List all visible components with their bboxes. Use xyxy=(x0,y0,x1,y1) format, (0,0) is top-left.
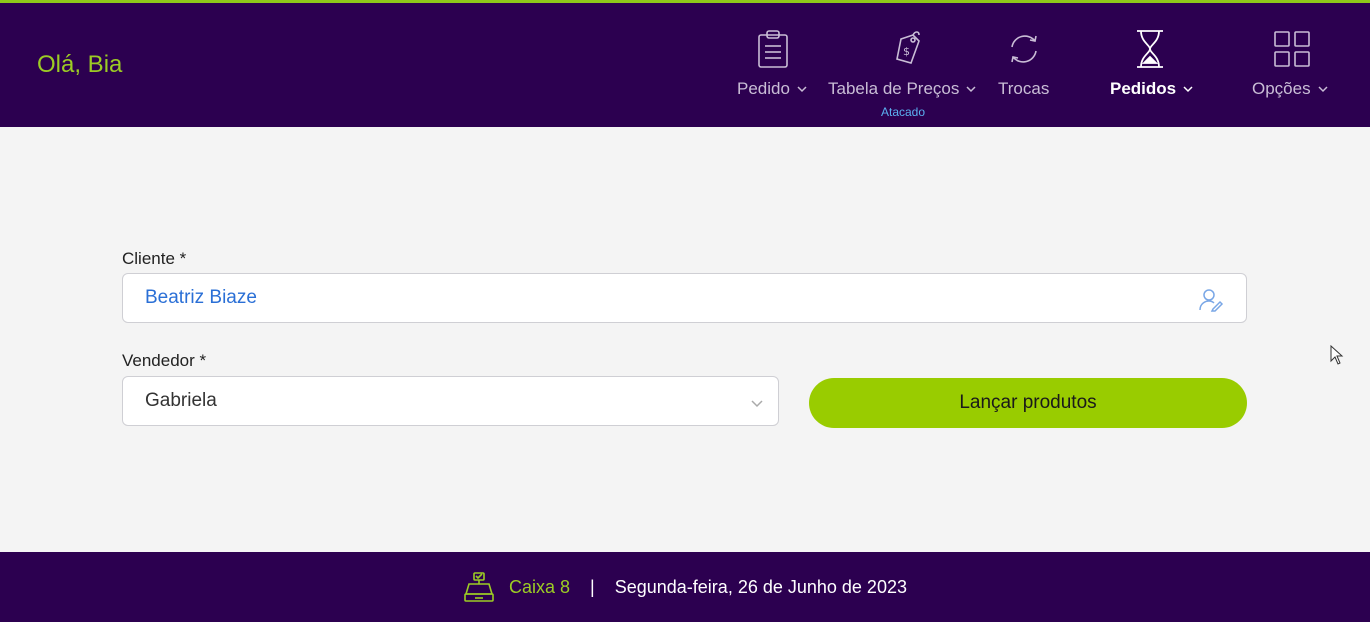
chevron-down-icon xyxy=(797,86,807,93)
nav-item-opcoes[interactable]: Opções xyxy=(1252,3,1332,127)
edit-user-icon[interactable] xyxy=(1198,287,1224,313)
top-header: Olá, Bia Pedido $ Tabela de Preços Ataca… xyxy=(0,0,1370,127)
hourglass-icon xyxy=(1130,27,1170,71)
footer-date: Segunda-feira, 26 de Junho de 2023 xyxy=(614,576,907,597)
nav-label-tabela-de-precos: Tabela de Preços xyxy=(828,79,960,98)
chevron-down-icon xyxy=(1183,86,1193,93)
nav-label-trocas: Trocas xyxy=(998,79,1050,98)
cliente-label: Cliente * xyxy=(122,249,187,268)
mouse-cursor-icon xyxy=(1330,345,1344,365)
chevron-down-icon xyxy=(751,400,763,408)
cliente-input[interactable]: Beatriz Biaze xyxy=(122,273,1247,323)
cash-register-icon xyxy=(464,572,494,602)
launch-products-button[interactable]: Lançar produtos xyxy=(809,378,1247,428)
price-tag-icon: $ xyxy=(886,27,926,71)
vendedor-label: Vendedor * xyxy=(122,351,207,370)
chevron-down-icon xyxy=(966,86,976,93)
nav-item-pedidos[interactable]: Pedidos xyxy=(1110,3,1193,127)
chevron-down-icon xyxy=(1318,86,1328,93)
exchange-icon xyxy=(1004,27,1044,71)
nav-item-tabela-de-precos[interactable]: $ Tabela de Preços Atacado xyxy=(828,3,980,127)
price-table-subtitle: Atacado xyxy=(881,105,926,119)
grid-icon xyxy=(1272,27,1312,71)
nav-label-pedido: Pedido xyxy=(737,79,790,98)
caixa-label: Caixa 8 xyxy=(509,576,571,597)
footer-separator: | xyxy=(590,576,595,597)
nav-label-pedidos: Pedidos xyxy=(1110,79,1177,98)
nav-item-pedido[interactable]: Pedido xyxy=(737,3,809,127)
cliente-value: Beatriz Biaze xyxy=(145,287,257,308)
svg-text:$: $ xyxy=(903,45,910,58)
vendedor-value: Gabriela xyxy=(145,390,217,411)
nav-label-opcoes: Opções xyxy=(1252,79,1311,98)
main-nav: Pedido $ Tabela de Preços Atacado Trocas… xyxy=(0,3,1370,127)
clipboard-icon xyxy=(753,27,793,71)
vendedor-select[interactable]: Gabriela xyxy=(122,376,779,426)
nav-item-trocas[interactable]: Trocas xyxy=(998,3,1050,127)
footer-bar: Caixa 8 | Segunda-feira, 26 de Junho de … xyxy=(0,552,1370,622)
